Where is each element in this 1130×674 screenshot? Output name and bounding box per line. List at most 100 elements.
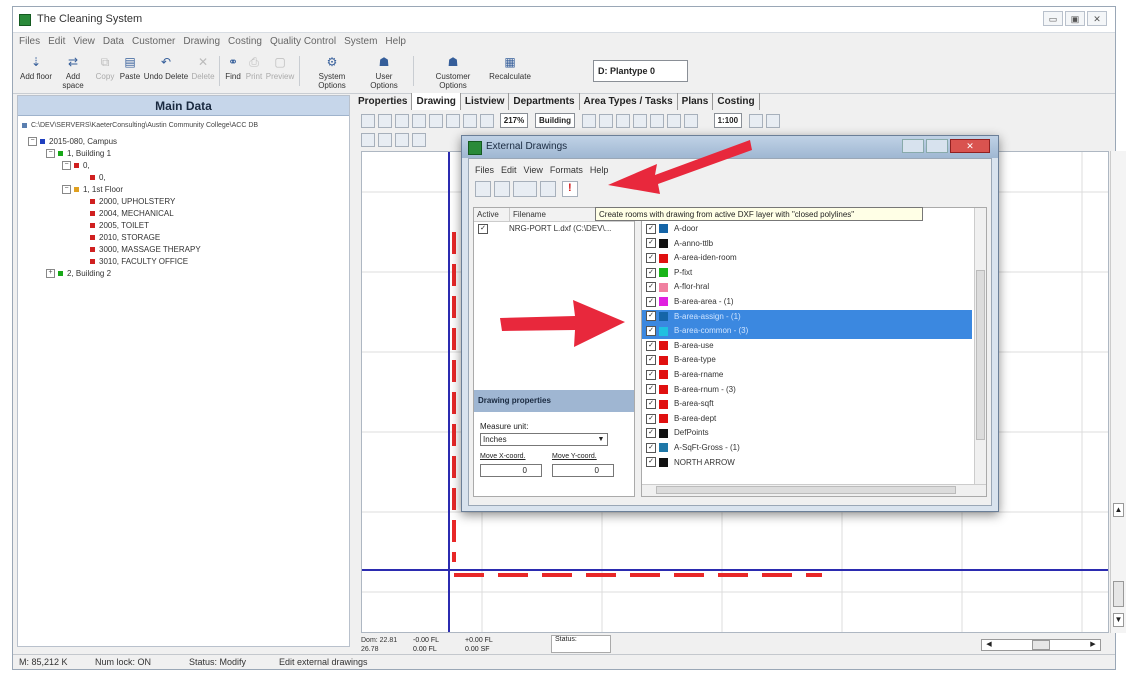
- layer-checkbox[interactable]: ✓: [646, 223, 656, 234]
- layer-row[interactable]: ✓ B-area-assign - (1): [642, 309, 972, 325]
- refresh-icon[interactable]: [540, 181, 556, 197]
- layer-row[interactable]: ✓ A-area-iden-room: [642, 251, 972, 266]
- grid-icon[interactable]: [615, 113, 630, 128]
- copy-button[interactable]: ⧉ Copy: [93, 52, 117, 92]
- layer-checkbox[interactable]: ✓: [646, 428, 656, 439]
- layer-icon[interactable]: [581, 113, 596, 128]
- find-button[interactable]: ⚭ Find: [223, 52, 243, 92]
- polyline-icon[interactable]: [361, 133, 375, 147]
- menu-costing[interactable]: Costing: [228, 34, 262, 50]
- select-tool-icon[interactable]: [361, 113, 375, 128]
- layer-row[interactable]: ✓ DefPoints: [642, 426, 972, 441]
- layer-checkbox[interactable]: ✓: [646, 442, 656, 453]
- scroll-up-icon[interactable]: ▲: [1113, 503, 1124, 517]
- draw-tool-icon[interactable]: [378, 113, 392, 128]
- tab-plans[interactable]: Plans: [678, 93, 714, 110]
- tab-area-types-tasks[interactable]: Area Types / Tasks: [580, 93, 678, 110]
- menu-drawing[interactable]: Drawing: [183, 34, 220, 50]
- print-button[interactable]: ⎙ Print: [244, 52, 264, 92]
- settings-icon[interactable]: [683, 113, 698, 128]
- remove-drawing-icon[interactable]: [494, 181, 510, 197]
- tab-costing[interactable]: Costing: [713, 93, 760, 110]
- move-x-input[interactable]: 0: [480, 464, 542, 477]
- add-floor-button[interactable]: ⇣ Add floor: [19, 52, 53, 92]
- layers-hscroll-thumb[interactable]: [656, 486, 956, 494]
- layer-checkbox[interactable]: ✓: [646, 296, 656, 307]
- layer-row[interactable]: ✓ B-area-use: [642, 339, 972, 354]
- dialog-minimize-button[interactable]: [902, 139, 924, 153]
- layers-horizontal-scrollbar[interactable]: [642, 484, 986, 496]
- layer-checkbox[interactable]: ✓: [646, 267, 656, 278]
- dialog-close-button[interactable]: ✕: [950, 139, 990, 153]
- scroll-thumb[interactable]: [1113, 581, 1124, 607]
- layer-row[interactable]: ✓ B-area-sqft: [642, 397, 972, 412]
- layer-checkbox[interactable]: ✓: [646, 311, 656, 322]
- layer-checkbox[interactable]: ✓: [646, 340, 656, 351]
- menu-system[interactable]: System: [344, 34, 377, 50]
- measure-unit-select[interactable]: Inches ▼: [480, 433, 608, 446]
- layer-row[interactable]: ✓ A-SqFt-Gross - (1): [642, 441, 972, 456]
- canvas-horizontal-scrollbar[interactable]: ◀ ▶: [981, 639, 1101, 651]
- dialog-maximize-button[interactable]: [926, 139, 948, 153]
- dialog-menu-formats[interactable]: Formats: [550, 165, 583, 175]
- refresh-icon[interactable]: [666, 113, 681, 128]
- tree-node[interactable]: 3000, MASSAGE THERAPY: [22, 244, 342, 256]
- layers-vertical-scrollbar[interactable]: [974, 208, 986, 484]
- add-space-button[interactable]: ⇄ Add space: [55, 52, 91, 92]
- line-width-icon[interactable]: [765, 113, 780, 128]
- layers-dropdown-icon[interactable]: [513, 181, 537, 197]
- layer-checkbox[interactable]: ✓: [646, 326, 656, 337]
- dialog-menu-files[interactable]: Files: [475, 165, 494, 175]
- delete-button[interactable]: ✕ Delete: [190, 52, 216, 92]
- menu-data[interactable]: Data: [103, 34, 124, 50]
- dialog-menu-help[interactable]: Help: [590, 165, 609, 175]
- menu-files[interactable]: Files: [19, 34, 40, 50]
- active-checkbox[interactable]: ✓: [478, 223, 488, 234]
- create-rooms-icon[interactable]: !: [561, 181, 578, 197]
- tree-node[interactable]: − 1, Building 1: [22, 148, 342, 160]
- maximize-button[interactable]: ▣: [1065, 11, 1085, 26]
- tree-node[interactable]: +2, Building 2: [22, 268, 342, 280]
- copy-tool-icon[interactable]: [412, 113, 426, 128]
- tree-node[interactable]: 0,: [22, 172, 342, 184]
- tab-properties[interactable]: Properties: [354, 93, 413, 110]
- layer-row[interactable]: ✓ B-area-rnum - (3): [642, 383, 972, 398]
- text-tool-icon[interactable]: [378, 133, 392, 147]
- undo-delete-button[interactable]: ↶ Undo Delete: [143, 52, 189, 92]
- collapse-icon[interactable]: −: [62, 161, 71, 171]
- tree-node[interactable]: 2004, MECHANICAL: [22, 208, 342, 220]
- layer-row[interactable]: ✓ NORTH ARROW: [642, 456, 972, 471]
- menu-edit[interactable]: Edit: [48, 34, 65, 50]
- scroll-down-icon[interactable]: ▼: [1113, 613, 1124, 627]
- tree-node[interactable]: − 0,: [22, 160, 342, 172]
- menu-customer[interactable]: Customer: [132, 34, 175, 50]
- rooms-icon[interactable]: [395, 133, 409, 147]
- snap-icon[interactable]: [598, 113, 613, 128]
- menu-quality-control[interactable]: Quality Control: [270, 34, 336, 50]
- layer-checkbox[interactable]: ✓: [646, 399, 656, 410]
- customer-options-button[interactable]: ☗ Customer Options: [421, 52, 485, 92]
- menu-view[interactable]: View: [73, 34, 95, 50]
- layer-checkbox[interactable]: ✓: [646, 253, 656, 264]
- tab-listview[interactable]: Listview: [461, 93, 510, 110]
- dialog-menu-edit[interactable]: Edit: [501, 165, 517, 175]
- external-drawings-icon[interactable]: [412, 133, 426, 147]
- tab-departments[interactable]: Departments: [509, 93, 580, 110]
- scroll-right-icon[interactable]: ▶: [1088, 640, 1098, 650]
- layer-checkbox[interactable]: ✓: [646, 355, 656, 366]
- canvas-vertical-scrollbar[interactable]: ▲ ▼: [1110, 151, 1126, 633]
- layer-checkbox[interactable]: ✓: [646, 413, 656, 424]
- layer-row[interactable]: ✓ A-door: [642, 222, 972, 237]
- layer-row[interactable]: ✓ A-flor-hral: [642, 280, 972, 295]
- tree-node[interactable]: 2005, TOILET: [22, 220, 342, 232]
- layer-row[interactable]: ✓ A-anno-ttlb: [642, 237, 972, 252]
- layer-checkbox[interactable]: ✓: [646, 457, 656, 468]
- scale-combo[interactable]: 1:100: [713, 113, 743, 128]
- layer-checkbox[interactable]: ✓: [646, 384, 656, 395]
- recalculate-button[interactable]: ▦ Recalculate: [487, 52, 533, 92]
- hatch-icon[interactable]: [748, 113, 763, 128]
- plantype-selector[interactable]: D: Plantype 0: [593, 60, 688, 82]
- user-options-button[interactable]: ☗ User Options: [361, 52, 407, 92]
- preview-button[interactable]: ▢ Preview: [265, 52, 295, 92]
- level-combo[interactable]: Building: [535, 113, 576, 128]
